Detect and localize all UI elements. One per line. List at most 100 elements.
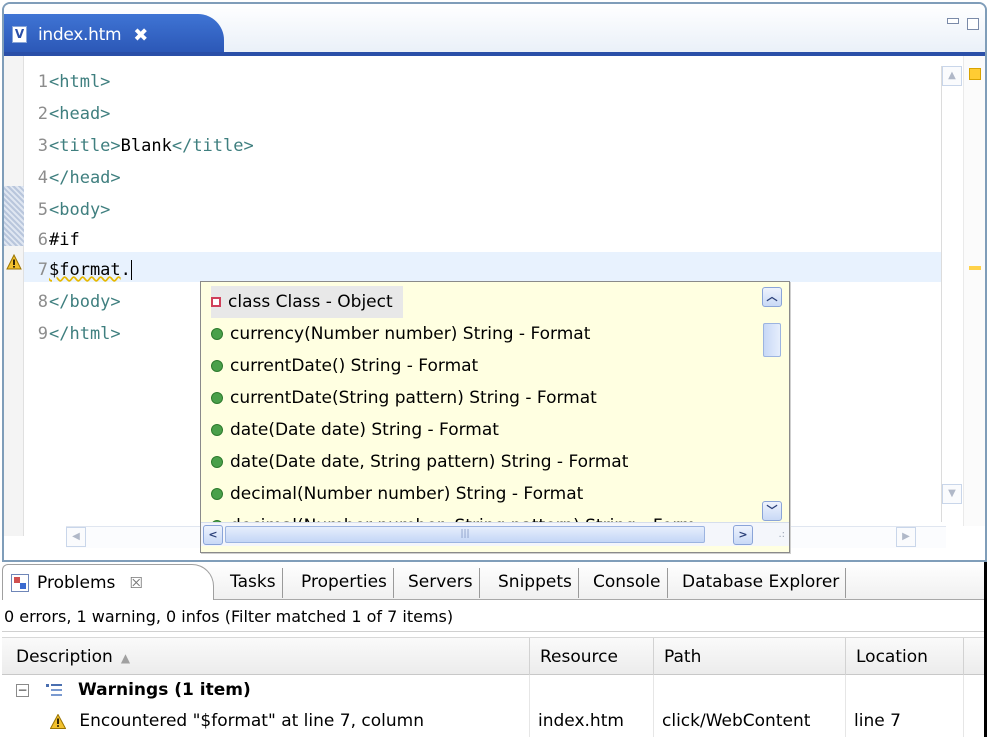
tab-console[interactable]: Console [587,568,668,598]
maximize-icon[interactable] [967,18,979,30]
tab-servers[interactable]: Servers [402,568,480,598]
code-token: <head> [49,104,111,124]
proposal-scroll-thumb[interactable] [763,323,781,357]
overview-ruler [963,56,985,526]
view-tabbar: Problems ☒ Tasks Properties Servers Snip… [2,562,987,600]
line-number: 7 [37,260,48,280]
current-line-highlight [24,252,942,282]
tab-snippets[interactable]: Snippets [492,568,579,598]
method-icon [211,424,223,436]
proposal-item[interactable]: currency(Number number) String - Format [211,318,590,350]
column-path[interactable]: Path [654,638,846,676]
tab-tasks[interactable]: Tasks [224,568,283,598]
group-location-cell [846,675,964,706]
proposal-label: currentDate() String - Format [230,356,479,376]
close-icon[interactable]: ✖ [133,25,148,46]
code-line[interactable]: 1<html> [24,66,111,98]
proposal-item[interactable]: class Class - Object [211,286,403,318]
velocity-file-icon: V [12,26,27,43]
chevron-up-icon[interactable]: ︿ [762,287,782,307]
editor-tab-label: index.htm [38,25,122,45]
code-line[interactable]: 7$format. [24,254,132,286]
line-number: 1 [37,72,48,92]
editor-tab-index-htm[interactable]: V index.htm ✖ [4,14,224,56]
proposal-item[interactable]: date(Date date, String pattern) String -… [211,446,628,478]
location-cell: line 7 [846,706,964,737]
warnings-group-row[interactable]: − Warnings (1 item) [2,675,987,706]
scroll-left-icon[interactable]: ◀ [66,527,86,547]
overview-warning-mark[interactable] [969,266,981,270]
proposal-item[interactable]: date(Date date) String - Format [211,414,499,446]
proposal-item[interactable]: currentDate() String - Format [211,350,478,382]
line-number: 9 [37,324,48,344]
tab-database-explorer[interactable]: Database Explorer [676,568,847,598]
tab-properties[interactable]: Properties [295,568,394,598]
sort-ascending-icon: ▲ [120,651,131,665]
proposal-label: decimal(Number number) String - Format [230,484,584,504]
text-caret [130,260,132,280]
code-token: . [120,260,131,280]
code-token: </title> [171,136,254,156]
chevron-left-icon[interactable]: < [203,525,223,545]
code-line[interactable]: 5<body> [24,194,111,226]
group-description-cell: − Warnings (1 item) [2,675,530,706]
tab-problems-label: Problems [37,572,116,593]
code-line[interactable]: 2<head> [24,98,111,130]
warning-icon [50,713,66,729]
content-assist-popup[interactable]: class Class - Object currency(Number numb… [200,281,790,553]
method-icon [211,328,223,340]
overview-status-icon[interactable] [969,68,981,80]
method-icon [211,392,223,404]
code-line[interactable]: 4</head> [24,162,121,194]
window-controls [947,18,979,30]
group-label: Warnings (1 item) [78,680,251,700]
column-description[interactable]: Description ▲ [2,638,530,676]
resource-cell: index.htm [530,706,654,737]
proposal-item[interactable]: currentDate(String pattern) String - For… [211,382,597,414]
problem-description: Encountered "$format" at line 7, column [79,711,424,731]
editor-vertical-scrollbar[interactable]: ▲ ▼ [941,66,962,522]
code-token: <html> [49,72,111,92]
proposal-hscroll-thumb[interactable]: ||| [225,526,705,543]
line-number: 6 [37,230,48,250]
code-token: <body> [49,200,111,220]
proposal-label: currency(Number number) String - Format [230,324,591,344]
column-description-label: Description [16,647,113,667]
code-token: </head> [49,168,121,188]
code-token: Blank [120,136,172,156]
group-path-cell [654,675,846,706]
proposal-horizontal-scrollbar[interactable]: < ||| > [201,522,789,546]
close-view-icon[interactable]: ☒ [129,574,142,592]
code-line[interactable]: 9</html> [24,318,121,350]
tab-problems[interactable]: Problems ☒ [2,564,214,600]
scroll-right-icon[interactable]: ▶ [896,527,916,547]
line-number: 3 [37,136,48,156]
resize-grip-icon[interactable]: .: [778,529,785,540]
code-line[interactable]: 6#if [24,224,80,256]
scroll-up-icon[interactable]: ▲ [942,66,962,86]
code-line[interactable]: 3<title>Blank</title> [24,130,254,162]
collapse-icon[interactable]: − [16,684,29,697]
grip-icon: ||| [460,529,470,539]
problems-summary: 0 errors, 1 warning, 0 infos (Filter mat… [2,602,987,632]
editor-tabbar: V index.htm ✖ [4,4,985,56]
proposal-label: class Class - Object [228,292,393,312]
proposal-label: currentDate(String pattern) String - For… [230,388,597,408]
minimize-icon[interactable] [947,18,959,24]
proposal-item[interactable]: decimal(Number number) String - Format [211,478,583,510]
problem-row[interactable]: Encountered "$format" at line 7, column … [2,706,987,737]
code-token: </body> [49,292,121,312]
line-number: 8 [37,292,48,312]
proposal-vertical-scrollbar[interactable]: ︿ ﹀ [762,287,782,521]
scroll-down-icon[interactable]: ▼ [942,484,962,504]
problems-table-header: Description ▲ Resource Path Location [2,637,987,676]
proposal-label: date(Date date) String - Format [230,420,499,440]
chevron-right-icon[interactable]: > [733,525,753,545]
chevron-down-icon[interactable]: ﹀ [762,501,782,521]
code-line[interactable]: 8</body> [24,286,121,318]
warning-marker-icon[interactable] [6,254,22,270]
column-resource[interactable]: Resource [530,638,654,676]
column-location[interactable]: Location [846,638,964,676]
warning-group-icon [46,684,62,696]
range-indicator [4,186,24,246]
